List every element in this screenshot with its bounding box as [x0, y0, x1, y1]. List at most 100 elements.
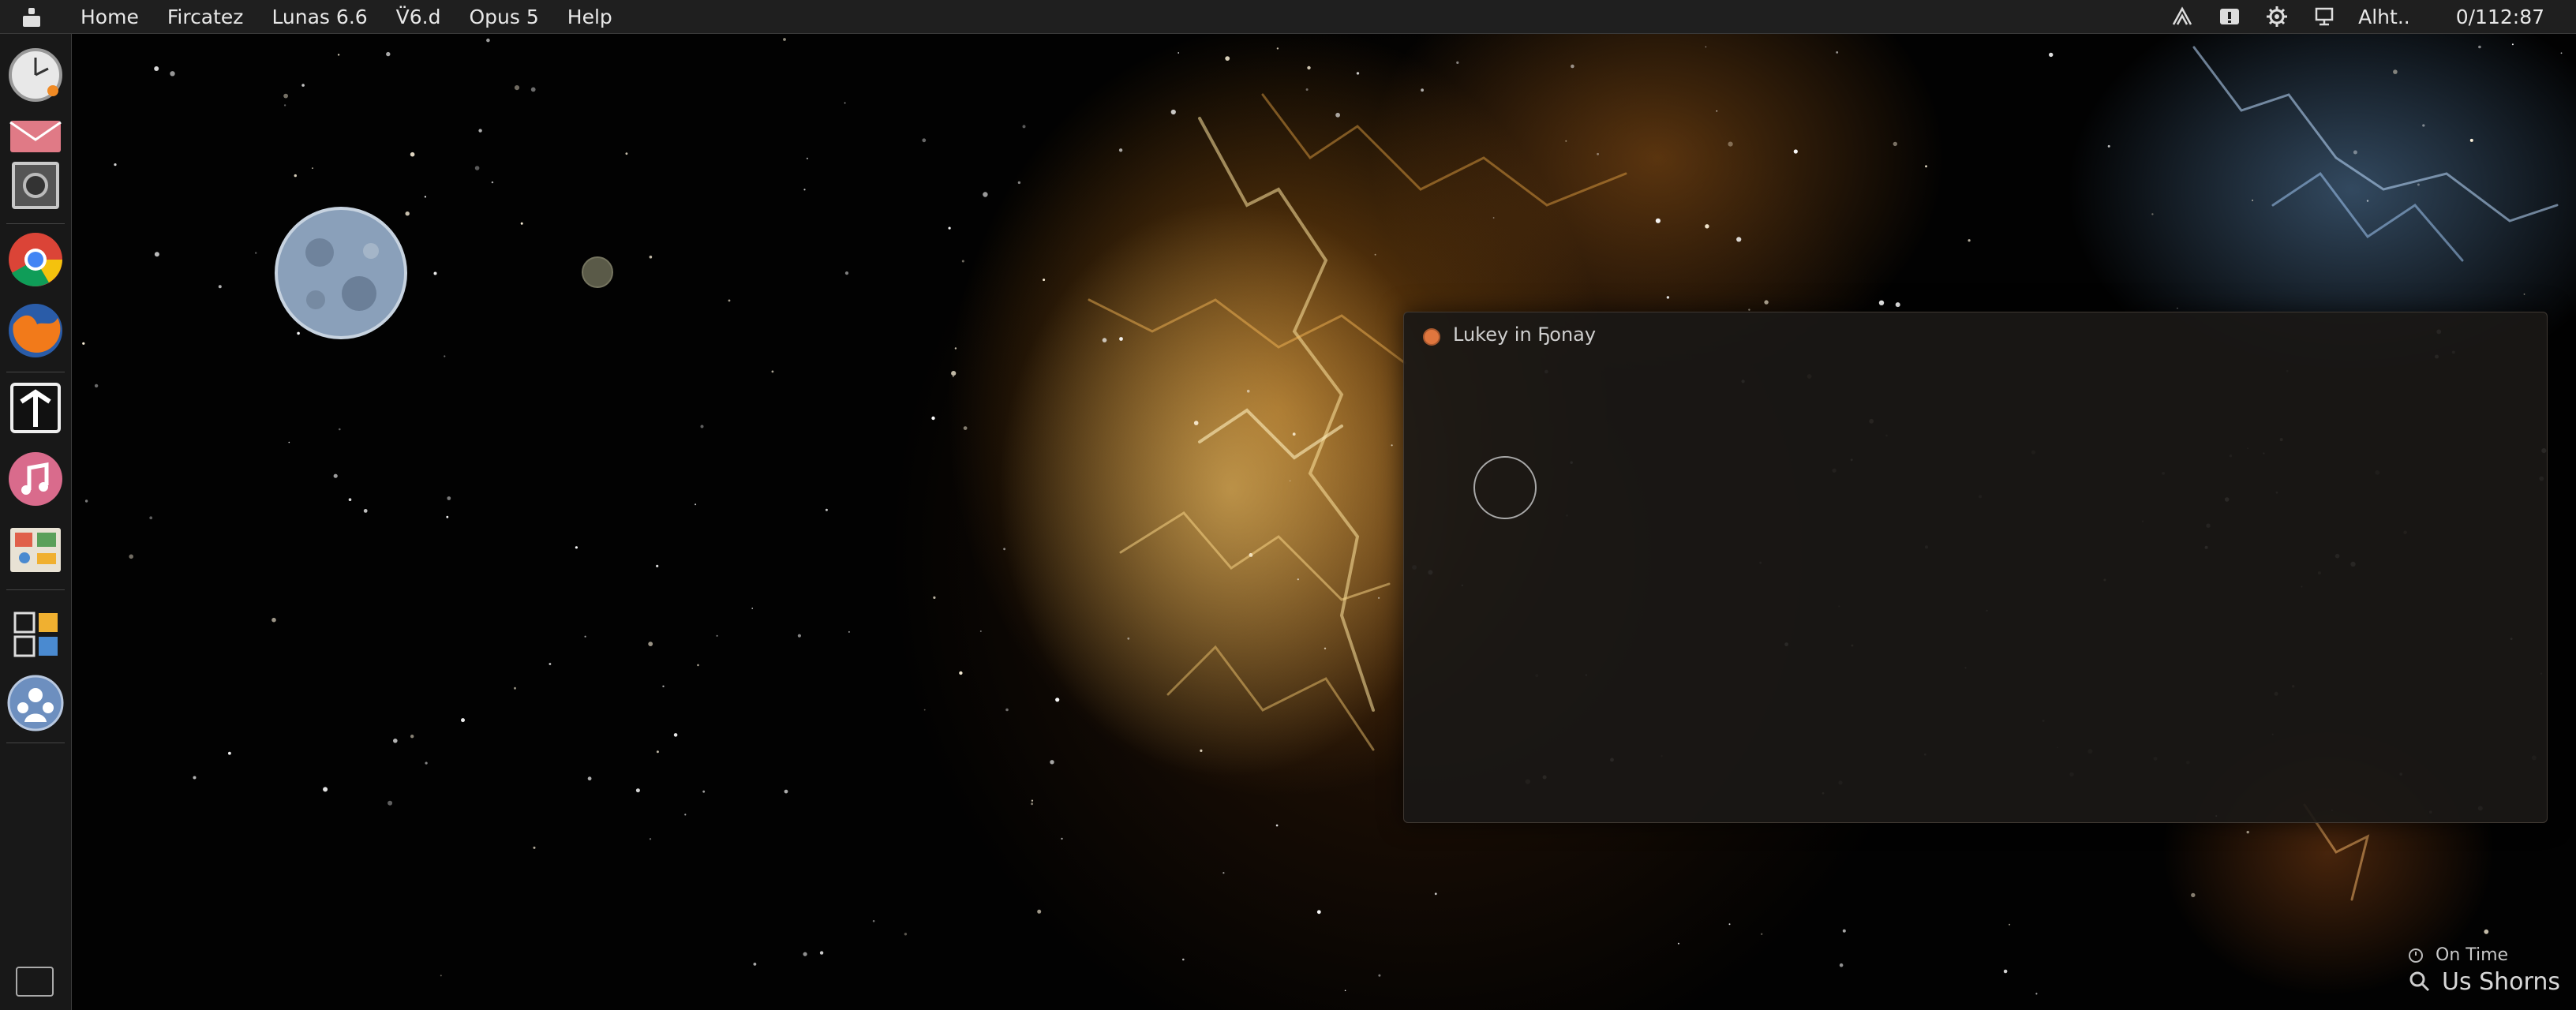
- loading-spinner-icon: [1473, 456, 1537, 519]
- display-icon[interactable]: [2311, 3, 2338, 30]
- star: [806, 157, 808, 159]
- music-icon[interactable]: [4, 447, 67, 511]
- clock-icon[interactable]: [4, 43, 67, 107]
- star: [363, 509, 368, 513]
- star: [2151, 213, 2154, 215]
- notification-icon[interactable]: [2216, 3, 2243, 30]
- star: [1246, 389, 1250, 393]
- star: [388, 800, 393, 806]
- status-area: Alht.. 0/112:87: [2169, 0, 2544, 33]
- star: [2191, 892, 2196, 898]
- apps-grid-icon[interactable]: [4, 602, 67, 665]
- status-widget[interactable]: On Time Us Shorns: [2407, 945, 2560, 996]
- star: [288, 441, 290, 443]
- star: [2353, 150, 2357, 155]
- star: [1456, 61, 1459, 64]
- menu-item-version[interactable]: V̈6.d: [396, 6, 441, 28]
- star: [2177, 307, 2178, 309]
- star: [474, 166, 480, 170]
- star: [848, 630, 850, 633]
- star: [1178, 52, 1180, 54]
- star: [2523, 294, 2525, 295]
- star: [1005, 708, 1009, 712]
- star: [931, 416, 935, 421]
- star: [673, 733, 678, 737]
- star: [533, 846, 536, 849]
- network-icon[interactable]: [2169, 3, 2196, 30]
- star: [923, 709, 926, 711]
- star: [2049, 52, 2054, 58]
- star: [514, 85, 520, 91]
- star: [728, 299, 731, 302]
- star: [983, 192, 988, 197]
- settings-gear-icon[interactable]: [2263, 3, 2290, 30]
- star: [684, 814, 687, 816]
- star: [625, 152, 628, 155]
- show-desktop-button[interactable]: [16, 967, 54, 997]
- star: [2560, 52, 2563, 54]
- star: [1421, 88, 1424, 92]
- star: [697, 664, 699, 667]
- star: [433, 271, 437, 275]
- star: [2035, 993, 2038, 995]
- star: [1031, 802, 1034, 806]
- star: [94, 383, 99, 388]
- star: [1055, 698, 1060, 702]
- star: [1378, 597, 1380, 599]
- system-menu-icon[interactable]: [16, 0, 47, 33]
- star: [2009, 923, 2011, 926]
- chrome-icon[interactable]: [4, 228, 67, 291]
- clock-small-icon: [2409, 948, 2423, 963]
- user-accounts-icon[interactable]: [4, 671, 67, 735]
- star: [1716, 110, 1718, 112]
- star: [702, 790, 706, 793]
- star: [1842, 929, 1846, 933]
- star: [491, 181, 494, 184]
- star: [149, 516, 153, 520]
- star: [575, 546, 578, 549]
- window-title: Lukey in Ҕonay: [1453, 324, 1597, 346]
- star: [440, 974, 442, 977]
- star: [1839, 963, 1844, 967]
- star: [872, 920, 875, 922]
- widget-line-2: Us Shorns: [2442, 968, 2560, 996]
- firefox-icon[interactable]: [4, 299, 67, 362]
- star: [1571, 64, 1574, 69]
- star: [425, 761, 428, 765]
- camera-icon[interactable]: [4, 154, 67, 217]
- star: [952, 376, 954, 378]
- star: [1017, 181, 1021, 185]
- desktop: Home Fircatez Lunas 6.6 V̈6.d Opus 5 Hel…: [0, 0, 2576, 1010]
- star: [1356, 72, 1360, 75]
- documents-icon[interactable]: [4, 518, 67, 582]
- user-menu[interactable]: Alht..: [2358, 6, 2410, 28]
- star: [1565, 140, 1567, 142]
- menu-item-lunas[interactable]: Lunas 6.6: [271, 6, 367, 28]
- star: [333, 473, 338, 478]
- star: [271, 617, 276, 623]
- star: [1003, 548, 1005, 551]
- star: [695, 503, 697, 506]
- star: [784, 789, 788, 794]
- menu-item-home[interactable]: Home: [80, 6, 139, 28]
- star: [1736, 237, 1742, 242]
- star: [803, 952, 807, 956]
- menu-item-opus[interactable]: Opus 5: [470, 6, 539, 28]
- star: [255, 252, 257, 254]
- menu-item-help[interactable]: Help: [567, 6, 612, 28]
- star: [530, 87, 536, 92]
- star: [444, 355, 446, 357]
- star: [649, 838, 652, 840]
- star: [386, 51, 391, 57]
- clock[interactable]: 0/112:87: [2456, 6, 2544, 28]
- star: [819, 951, 824, 955]
- close-button[interactable]: [1423, 328, 1440, 346]
- small-planet-image: [582, 256, 613, 288]
- star: [1968, 239, 1971, 242]
- star: [635, 788, 640, 793]
- star: [1292, 432, 1296, 436]
- text-editor-icon[interactable]: [4, 376, 67, 440]
- menu-item-fircatez[interactable]: Fircatez: [167, 6, 244, 28]
- app-window[interactable]: Lukey in Ҕonay: [1403, 312, 2548, 823]
- star: [1200, 749, 1203, 753]
